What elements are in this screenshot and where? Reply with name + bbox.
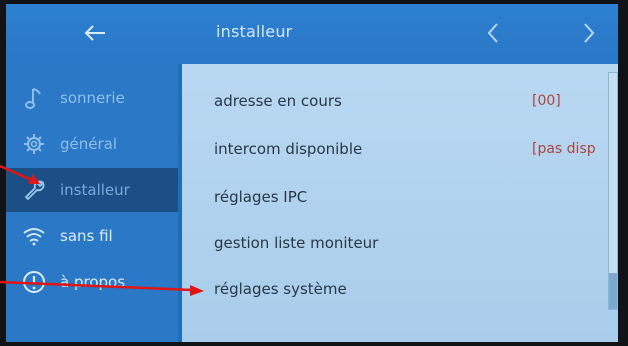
gear-icon bbox=[22, 132, 46, 156]
sidebar-item-label: sans fil bbox=[60, 227, 113, 245]
sidebar: sonnerie général installeur sans fil à p… bbox=[6, 64, 178, 342]
arrow-left-icon bbox=[84, 25, 105, 41]
chevron-left-icon bbox=[487, 23, 498, 43]
sidebar-item-a-propos[interactable]: à propos bbox=[6, 260, 178, 304]
next-button[interactable] bbox=[574, 18, 604, 48]
list-item-reglages-systeme[interactable]: réglages système bbox=[182, 266, 612, 312]
list-item-gestion-liste-moniteur[interactable]: gestion liste moniteur bbox=[182, 220, 612, 266]
sidebar-item-label: général bbox=[60, 135, 118, 153]
header-bar: installeur bbox=[6, 4, 618, 64]
device-screen: installeur sonnerie général installeur s… bbox=[6, 4, 618, 342]
wifi-icon bbox=[22, 224, 46, 248]
list-item-label: adresse en cours bbox=[214, 92, 342, 110]
sidebar-item-label: sonnerie bbox=[60, 89, 125, 107]
list-item-label: gestion liste moniteur bbox=[214, 234, 379, 252]
device-bezel: installeur sonnerie général installeur s… bbox=[0, 0, 628, 346]
back-button[interactable] bbox=[78, 18, 112, 48]
list-item-label: réglages IPC bbox=[214, 188, 308, 206]
chevron-right-icon bbox=[584, 23, 595, 43]
music-note-icon bbox=[22, 86, 46, 110]
list-item-label: intercom disponible bbox=[214, 140, 363, 158]
sidebar-item-general[interactable]: général bbox=[6, 122, 178, 166]
sidebar-item-label: à propos bbox=[60, 273, 126, 291]
list-item-intercom[interactable]: intercom disponible [pas disp bbox=[182, 126, 612, 172]
list-item-value: [00] bbox=[532, 93, 561, 109]
list-item-value: [pas disp bbox=[532, 141, 596, 157]
wrench-icon bbox=[22, 178, 46, 202]
list-item-reglages-ipc[interactable]: réglages IPC bbox=[182, 174, 612, 220]
settings-list: adresse en cours [00] intercom disponibl… bbox=[182, 64, 618, 342]
sidebar-item-sans-fil[interactable]: sans fil bbox=[6, 214, 178, 258]
scrollbar-thumb[interactable] bbox=[609, 273, 617, 309]
previous-button[interactable] bbox=[478, 18, 508, 48]
page-title: installeur bbox=[216, 22, 293, 41]
sidebar-item-sonnerie[interactable]: sonnerie bbox=[6, 76, 178, 120]
list-item-label: réglages système bbox=[214, 280, 347, 298]
scrollbar[interactable] bbox=[608, 72, 618, 310]
info-icon bbox=[22, 270, 46, 294]
sidebar-item-label: installeur bbox=[60, 181, 130, 199]
list-item-adresse[interactable]: adresse en cours [00] bbox=[182, 78, 612, 124]
sidebar-item-installeur[interactable]: installeur bbox=[6, 168, 178, 212]
